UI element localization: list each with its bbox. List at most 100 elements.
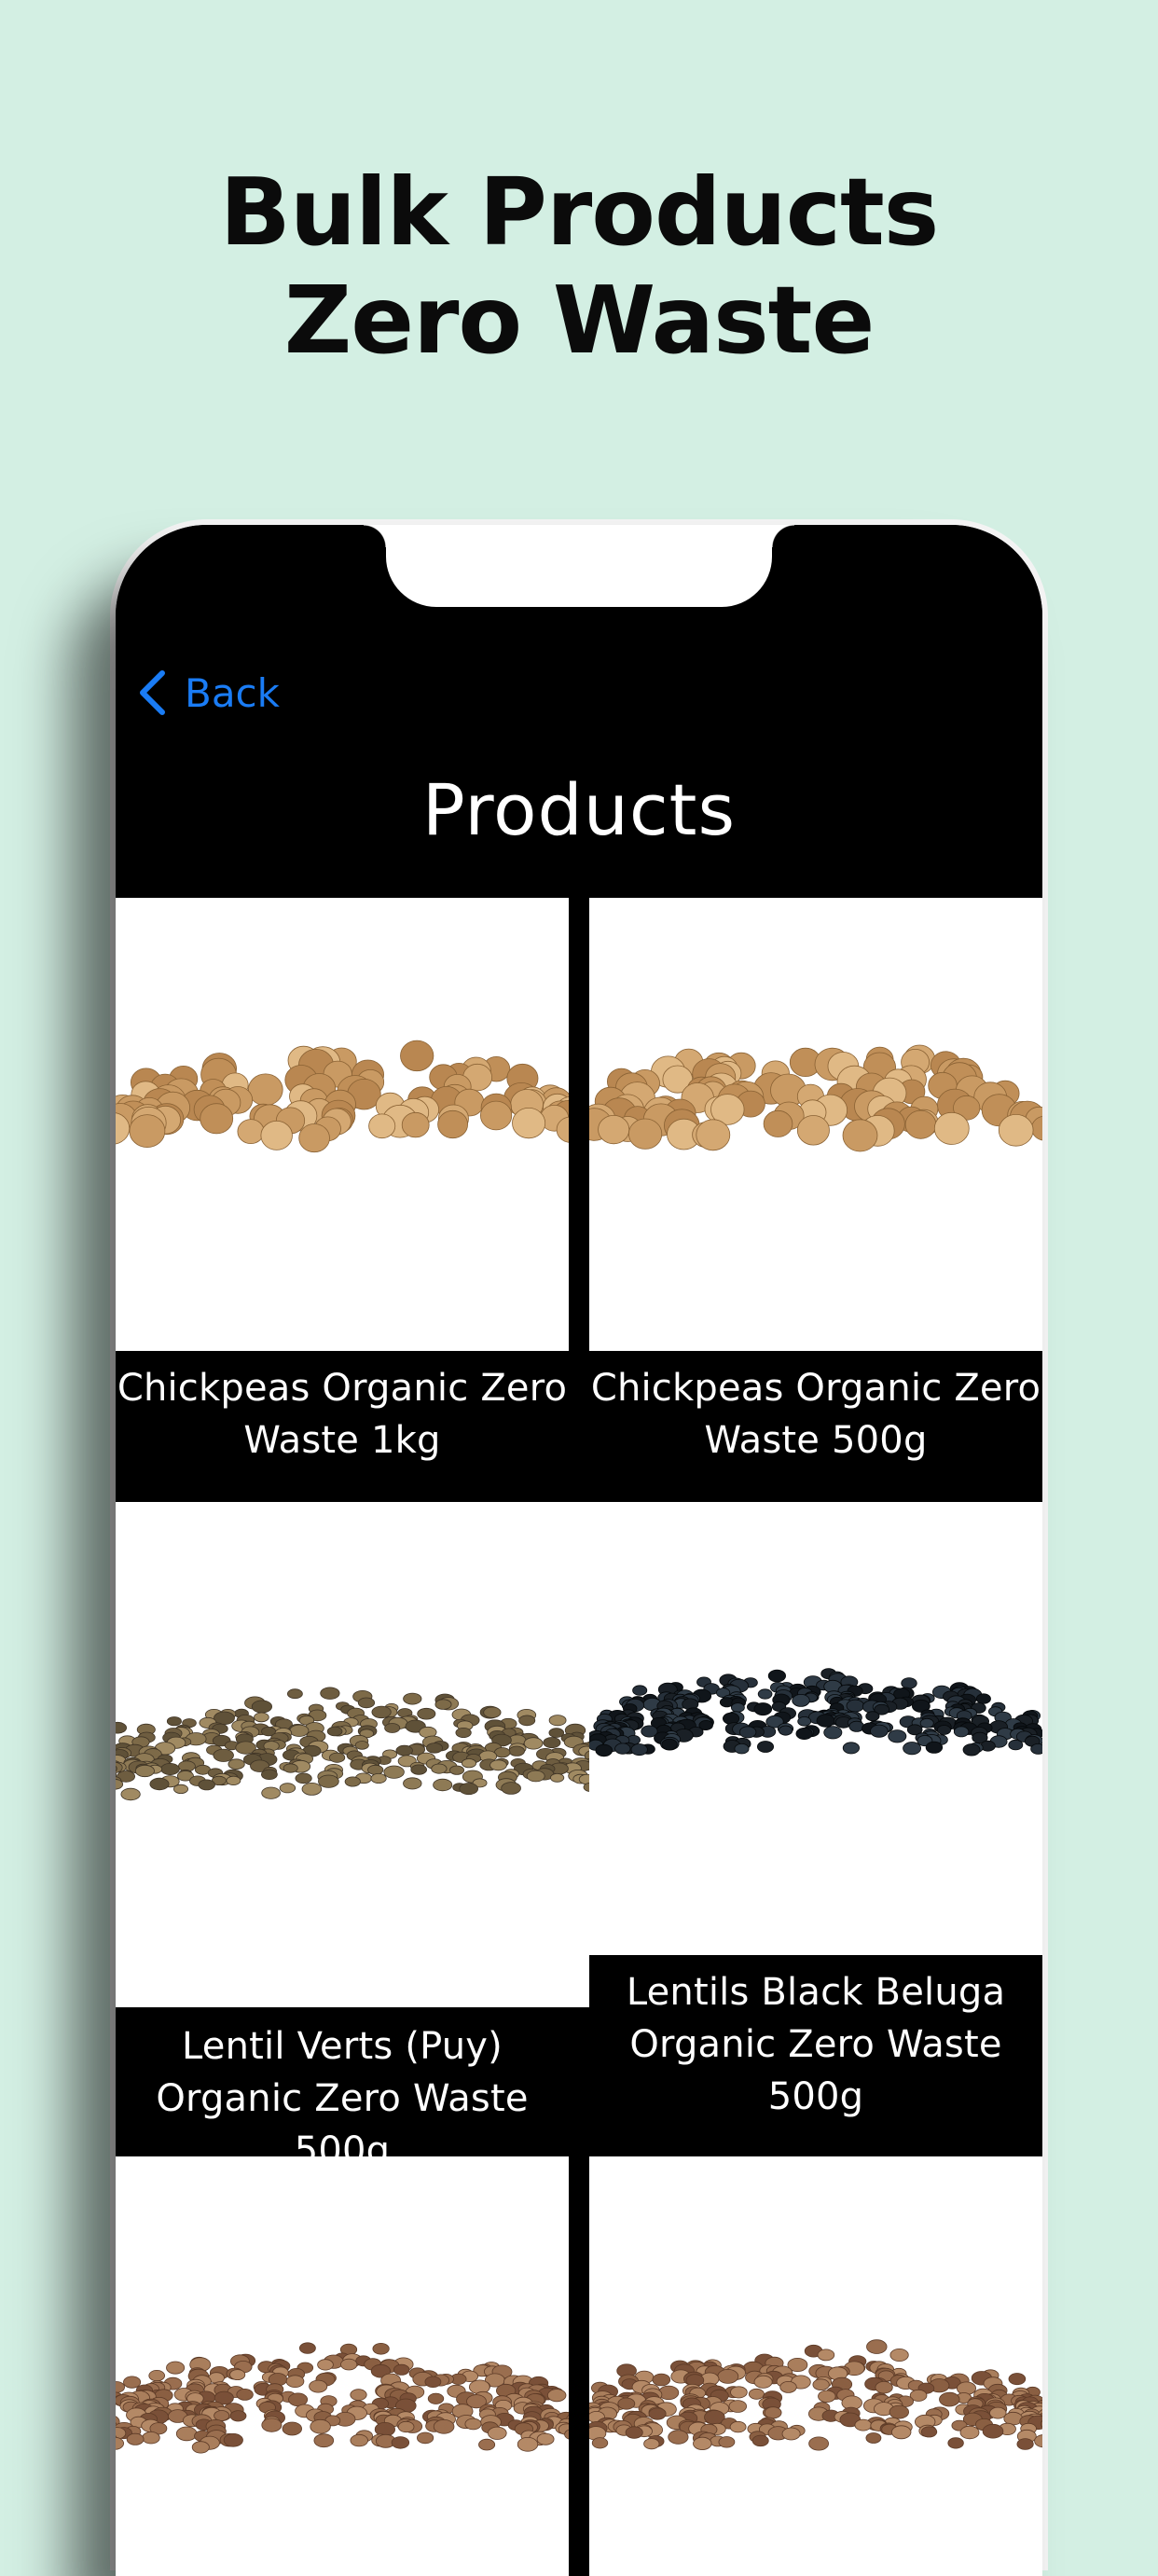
legume-grain: [166, 1716, 182, 1727]
legume-grain: [919, 1717, 934, 1729]
legume-grain: [371, 1705, 392, 1719]
legume-grain: [696, 1119, 731, 1151]
headline-line-2: Zero Waste: [283, 266, 875, 375]
legume-grain: [668, 2430, 689, 2445]
legume-grain: [214, 2410, 230, 2421]
legume-grain: [767, 1669, 786, 1683]
legume-grain: [148, 2370, 166, 2382]
product-card[interactable]: Chickpeas Organic Zero Waste 1kg: [116, 898, 569, 1502]
legume-grain: [289, 1724, 310, 1737]
legume-grain: [816, 1714, 835, 1728]
legume-grain: [320, 1687, 340, 1700]
legume-grain: [875, 2380, 893, 2394]
legume-grain: [298, 2342, 316, 2354]
legume-grain: [160, 1762, 180, 1775]
legume-grain: [223, 2432, 243, 2447]
legume-grain: [953, 1726, 970, 1738]
legume-grain: [779, 2380, 797, 2393]
brown-lentils-image: [589, 2339, 1042, 2451]
product-card[interactable]: Chickpeas Organic Zero Waste 500g: [589, 898, 1042, 1502]
legume-grain: [989, 2406, 1007, 2419]
legume-grain: [200, 1103, 234, 1135]
legume-grain: [508, 1745, 525, 1756]
legume-grain: [648, 2407, 667, 2420]
legume-grain: [842, 1119, 878, 1152]
legume-grain: [933, 1111, 970, 1145]
brown-lentils-image: [116, 2342, 569, 2454]
legume-grain: [738, 1726, 757, 1739]
legume-grain: [751, 2434, 769, 2447]
legume-grain: [370, 1772, 387, 1784]
product-row: Lentil Verts (Puy) Organic Zero Waste 50…: [116, 1502, 1042, 2172]
product-grid: Chickpeas Organic Zero Waste 1kg Chickpe…: [116, 898, 1042, 2576]
page-title: Products: [421, 768, 737, 851]
legume-grain: [797, 1716, 812, 1727]
legume-grain: [229, 2410, 247, 2422]
legume-grain: [417, 1707, 436, 1720]
legume-grain: [779, 1725, 793, 1736]
product-image-brown-lentils: [589, 2156, 1042, 2576]
legume-grain: [384, 1723, 401, 1733]
legume-grain: [479, 1100, 513, 1131]
legume-grain: [116, 2381, 125, 2393]
legume-grain: [548, 1728, 565, 1738]
legume-grain: [134, 1764, 155, 1778]
legume-grain: [367, 1764, 384, 1775]
legume-grain: [730, 2386, 748, 2399]
product-card[interactable]: [116, 2156, 569, 2576]
legume-grain: [614, 1743, 631, 1755]
legume-grain: [437, 1109, 469, 1139]
product-name: Chickpeas Organic Zero Waste 1kg: [117, 1367, 568, 1462]
product-card[interactable]: Lentils Black Beluga Organic Zero Waste …: [589, 1502, 1042, 2156]
product-card[interactable]: Lentil Verts (Puy) Organic Zero Waste 50…: [116, 1502, 589, 2172]
legume-grain: [763, 1109, 793, 1137]
legume-grain: [383, 1765, 405, 1779]
legume-grain: [198, 1779, 215, 1791]
legume-grain: [326, 1726, 343, 1737]
legume-grain: [350, 2389, 367, 2401]
legume-grain: [340, 2358, 358, 2371]
legume-grain: [903, 1742, 922, 1756]
legume-grain: [818, 2390, 836, 2403]
legume-grain: [617, 2397, 636, 2410]
legume-grain: [846, 1699, 865, 1713]
legume-grain: [395, 1744, 413, 1756]
legume-grain: [865, 1711, 880, 1722]
legume-grain: [478, 2438, 496, 2451]
legume-grain: [317, 2359, 334, 2371]
legume-grain: [301, 1782, 323, 1796]
legume-grain: [254, 1712, 269, 1723]
legume-grain: [998, 1114, 1034, 1147]
legume-grain: [962, 1743, 981, 1756]
legume-grain: [630, 1743, 648, 1756]
legume-grain: [823, 1726, 843, 1740]
legume-grain: [982, 2423, 1004, 2439]
legume-grain: [625, 2426, 643, 2439]
legume-grain: [888, 1729, 907, 1743]
legume-grain: [730, 1702, 745, 1713]
legume-grain: [427, 2392, 445, 2404]
legume-grain: [1008, 1739, 1024, 1751]
legume-grain: [854, 2418, 873, 2431]
legume-grain: [734, 1743, 750, 1755]
legume-grain: [756, 1741, 774, 1753]
legume-grain: [261, 1786, 281, 1799]
chickpeas-image: [116, 1040, 569, 1153]
legume-grain: [936, 1725, 952, 1735]
legume-grain: [925, 1741, 944, 1754]
legume-grain: [260, 1769, 278, 1781]
legume-grain: [842, 1742, 860, 1755]
legume-grain: [526, 1770, 545, 1783]
legume-grain: [1030, 1743, 1042, 1755]
product-name: Chickpeas Organic Zero Waste 500g: [590, 1367, 1041, 1462]
legume-grain: [549, 1772, 565, 1783]
legume-grain: [120, 1787, 141, 1801]
legume-grain: [548, 1715, 567, 1727]
back-button[interactable]: Back: [136, 663, 280, 723]
product-card[interactable]: [589, 2156, 1042, 2576]
legume-grain: [865, 2432, 882, 2444]
legume-grain: [410, 1764, 428, 1775]
legume-grain: [920, 2426, 938, 2438]
back-button-label: Back: [185, 669, 280, 716]
legume-grain: [489, 1759, 507, 1771]
